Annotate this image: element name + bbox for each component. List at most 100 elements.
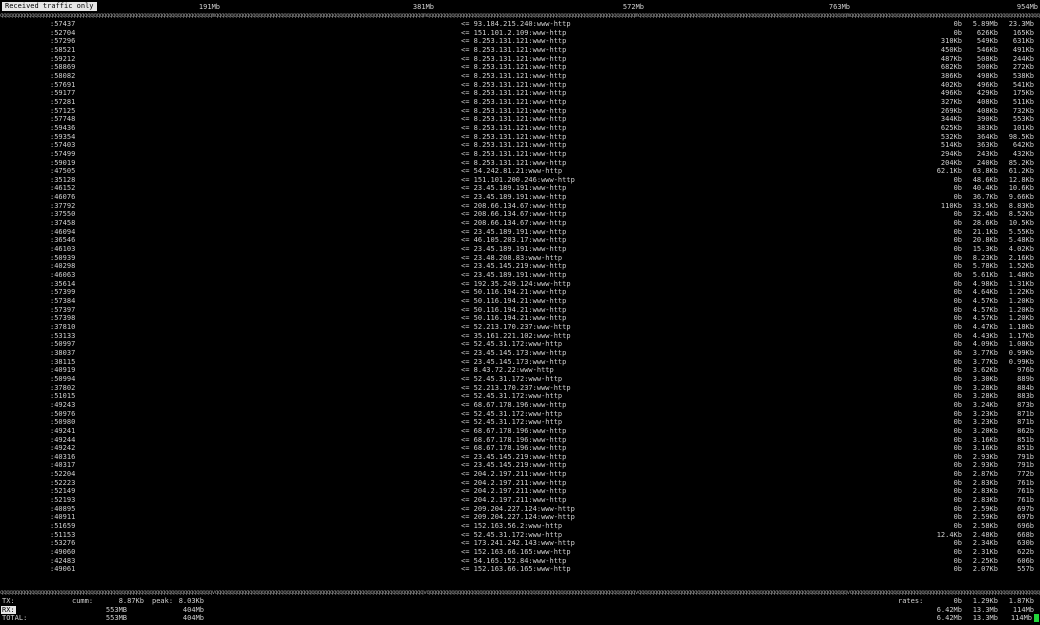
connection-destination: <= 8.253.131.121:www-http — [461, 80, 567, 89]
rx-rate-40s: 114Mb — [1012, 605, 1034, 614]
connection-rate-40s: 1.20Kb — [1008, 314, 1034, 323]
connection-rate-40s: 697b — [1017, 504, 1034, 513]
total-peak: 404Mb — [182, 614, 204, 622]
connection-source-port: :46076 — [50, 193, 76, 202]
tx-cumm: 8.87Kb — [118, 597, 144, 605]
connection-source-port: :50939 — [50, 253, 76, 262]
total-cumm: 553MB — [105, 614, 127, 622]
connection-rate-40s: 871b — [1017, 418, 1034, 427]
connection-row: :50994 <= 52.45.31.172:www-http 0b 3.30Kb 88… — [0, 375, 1040, 384]
connection-rate-2s: 0b — [953, 374, 962, 383]
connection-rate-10s: 3.23Kb — [972, 409, 998, 418]
connection-rate-10s: 3.20Kb — [972, 426, 998, 435]
connection-rate-2s: 0b — [953, 461, 962, 470]
connection-source-port: :49242 — [50, 444, 76, 453]
connection-rate-40s: 10.6Kb — [1008, 184, 1034, 193]
connection-row: :57384 <= 50.116.194.21:www-http 0b 4.57Kb 1… — [0, 297, 1040, 306]
connection-row: :40317 <= 23.45.145.219:www-http 0b 2.93Kb 7… — [0, 461, 1040, 470]
connection-source-port: :57281 — [50, 97, 76, 106]
connection-rate-10s: 2.93Kb — [972, 461, 998, 470]
connection-row: :49244 <= 68.67.178.196:www-http 0b 3.16Kb 8… — [0, 436, 1040, 445]
connection-rate-10s: 5.61Kb — [972, 271, 998, 280]
tx-rate-40s: 1.87Kb — [1008, 597, 1034, 605]
connection-row: :47505 <= 54.242.81.21:www-http 62.1Kb 63.8… — [0, 167, 1040, 176]
connection-rate-2s: 269Kb — [940, 106, 962, 115]
connection-source-port: :49061 — [50, 565, 76, 574]
connection-destination: <= 52.45.31.172:www-http — [461, 392, 563, 401]
connection-source-port: :46094 — [50, 227, 76, 236]
connection-row: :59212 <= 8.253.131.121:www-http 487Kb 508K… — [0, 55, 1040, 64]
connection-destination: <= 50.116.194.21:www-http — [461, 288, 567, 297]
connection-row: :52204 <= 204.2.197.211:www-http 0b 2.87Kb 7… — [0, 470, 1040, 479]
connection-rate-2s: 514Kb — [940, 141, 962, 150]
connection-row: :52149 <= 204.2.197.211:www-http 0b 2.83Kb 7… — [0, 487, 1040, 496]
connection-rate-40s: 175Kb — [1012, 89, 1034, 98]
connection-source-port: :51153 — [50, 530, 76, 539]
connection-rate-10s: 2.48Kb — [972, 530, 998, 539]
connection-source-port: :50980 — [50, 418, 76, 427]
connection-rate-10s: 20.8Kb — [972, 236, 998, 245]
scale-tick: 191Mb — [198, 3, 220, 11]
connection-row: :36546 <= 46.105.203.17:www-http 0b 20.8Kb 5… — [0, 236, 1040, 245]
connection-rate-40s: 696b — [1017, 522, 1034, 531]
connection-rate-2s: 0b — [953, 331, 962, 340]
connection-row: :37810 <= 52.213.170.237:www-http 0b 4.47Kb… — [0, 323, 1040, 332]
connection-rate-40s: 272Kb — [1012, 63, 1034, 72]
connection-rate-2s: 496Kb — [940, 89, 962, 98]
connection-rate-40s: 5.55Kb — [1008, 227, 1034, 236]
connection-row: :49243 <= 68.67.178.196:www-http 0b 3.24Kb 8… — [0, 401, 1040, 410]
connection-rate-10s: 4.64Kb — [972, 288, 998, 297]
connection-destination: <= 50.116.194.21:www-http — [461, 297, 567, 305]
connection-rate-2s: 0b — [953, 366, 962, 375]
connection-row: :58082 <= 8.253.131.121:www-http 386Kb 498K… — [0, 72, 1040, 81]
connection-rate-2s: 682Kb — [940, 63, 962, 72]
connection-rate-40s: 1.52Kb — [1008, 262, 1034, 271]
connection-destination: <= 68.67.178.196:www-http — [461, 400, 567, 409]
connection-source-port: :35614 — [50, 279, 76, 288]
connection-rate-40s: 165Kb — [1012, 28, 1034, 37]
connection-destination: <= 8.253.131.121:www-http — [461, 63, 567, 72]
connection-rate-40s: 791b — [1017, 452, 1034, 461]
connection-source-port: :52223 — [50, 478, 76, 487]
connection-rate-2s: 0b — [953, 193, 962, 202]
connection-rate-40s: 791b — [1017, 461, 1034, 470]
connection-destination: <= 35.161.221.102:www-http — [461, 331, 571, 340]
connection-destination: <= 52.45.31.172:www-http — [461, 418, 563, 427]
connection-rate-10s: 4.43Kb — [972, 331, 998, 340]
connection-rate-2s: 0b — [953, 444, 962, 453]
connection-rate-10s: 408Kb — [976, 97, 998, 106]
connection-row: :53133 <= 35.161.221.102:www-http 0b 4.43Kb… — [0, 332, 1040, 341]
connection-source-port: :38115 — [50, 357, 76, 366]
connection-destination: <= 8.43.72.22:www-http — [461, 366, 554, 375]
connection-rate-2s: 0b — [953, 348, 962, 357]
connection-rate-10s: 2.58Kb — [972, 522, 998, 531]
connection-rate-40s: 98.5Kb — [1008, 132, 1034, 141]
connection-destination: <= 23.45.189.191:www-http — [461, 227, 567, 236]
connection-rate-40s: 432Kb — [1012, 149, 1034, 158]
connection-rate-2s: 310Kb — [940, 37, 962, 46]
connection-destination: <= 23.45.145.173:www-http — [461, 348, 567, 357]
connection-destination: <= 23.45.145.219:www-http — [461, 452, 567, 461]
connection-rate-2s: 0b — [953, 418, 962, 427]
connection-source-port: :57398 — [50, 314, 76, 323]
connection-rate-2s: 294Kb — [940, 149, 962, 158]
connection-destination: <= 8.253.131.121:www-http — [461, 37, 567, 46]
connection-rate-2s: 0b — [953, 426, 962, 435]
connection-source-port: :35128 — [50, 175, 76, 184]
connection-row: :57125 <= 8.253.131.121:www-http 269Kb 408K… — [0, 107, 1040, 116]
connection-destination: <= 8.253.131.121:www-http — [461, 149, 567, 158]
connection-rate-2s: 12.4Kb — [936, 530, 962, 539]
rx-rate-2s: 6.42Mb — [936, 605, 962, 614]
connection-source-port: :57748 — [50, 115, 76, 124]
connection-rate-10s: 2.83Kb — [972, 487, 998, 496]
connection-rate-2s: 0b — [953, 28, 962, 37]
connection-rate-2s: 0b — [953, 487, 962, 496]
total-rate-40s: 114Mb — [1010, 614, 1032, 622]
connection-rate-10s: 3.16Kb — [972, 444, 998, 453]
connection-rate-40s: 761b — [1017, 478, 1034, 487]
tx-peak: 8.03Kb — [178, 597, 204, 605]
connection-rate-2s: 0b — [953, 245, 962, 254]
connection-destination: <= 151.101.2.109:www-http — [461, 28, 567, 37]
connection-source-port: :49243 — [50, 400, 76, 409]
connection-rate-40s: 61.2Kb — [1008, 167, 1034, 176]
